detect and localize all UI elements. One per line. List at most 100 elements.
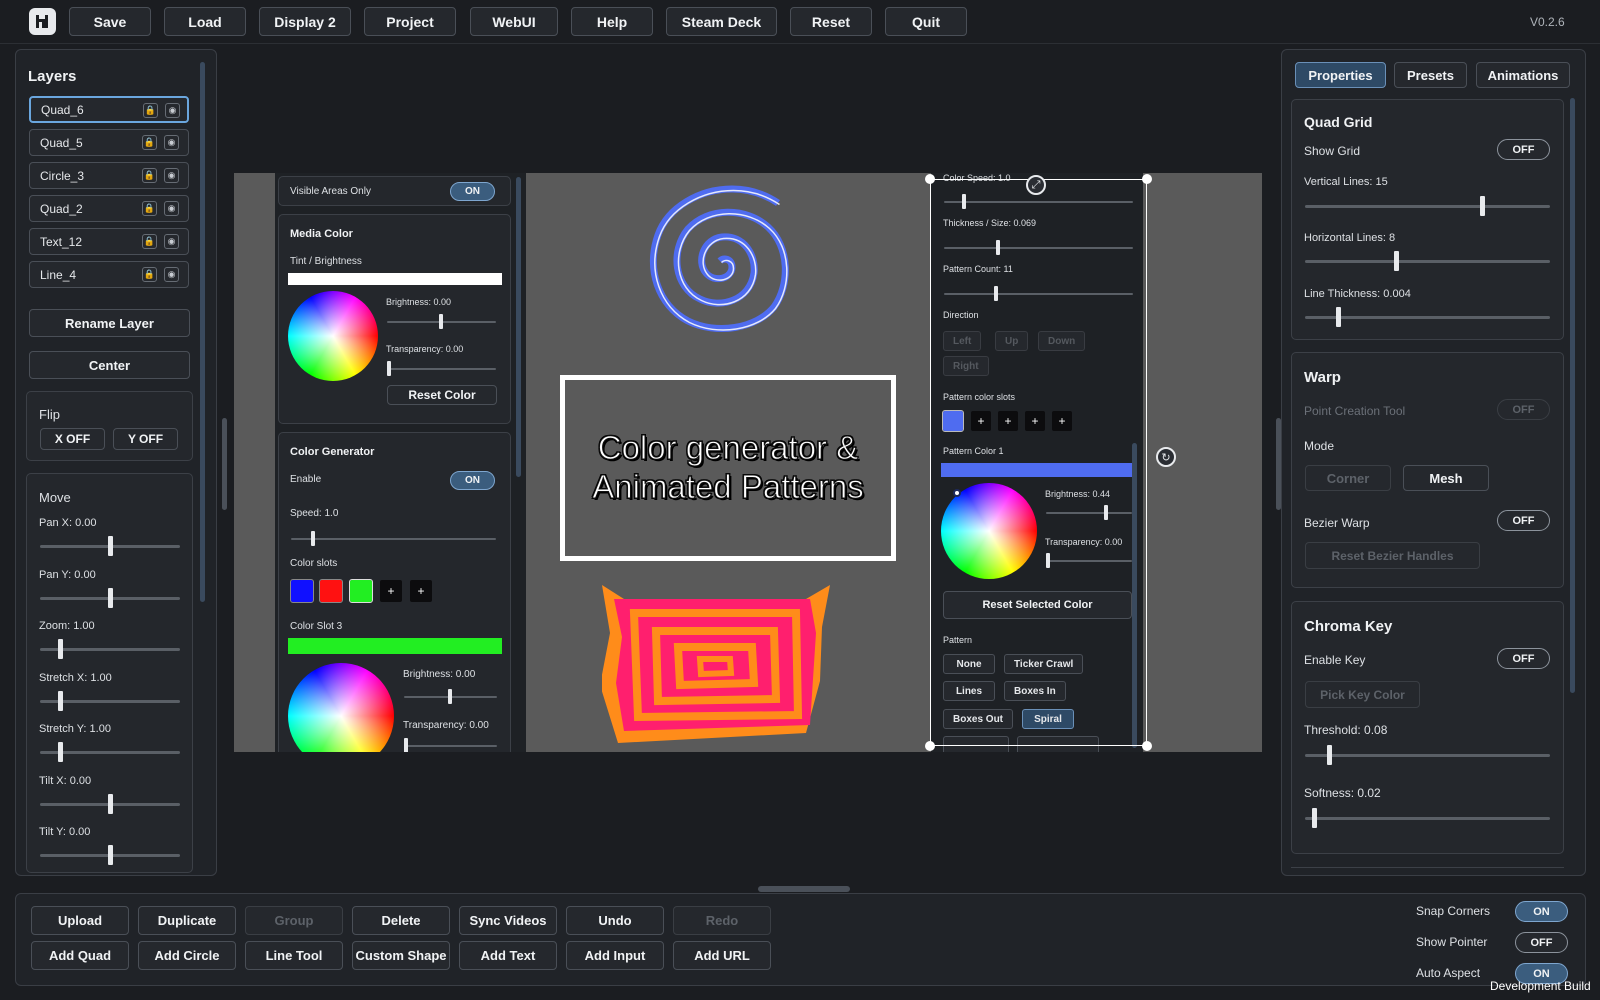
layer-item[interactable]: Text_12 🔒 ◉ bbox=[29, 228, 189, 255]
mesh-mode-button[interactable]: Mesh bbox=[1403, 465, 1489, 491]
eye-icon[interactable]: ◉ bbox=[164, 201, 179, 216]
horizontal-lines-slider[interactable] bbox=[1305, 260, 1550, 263]
slider-thumb[interactable] bbox=[57, 639, 63, 659]
eye-icon[interactable]: ◉ bbox=[165, 103, 180, 118]
slider-thumb[interactable] bbox=[107, 587, 113, 608]
slider-thumb[interactable] bbox=[1480, 196, 1486, 216]
lock-icon[interactable]: 🔒 bbox=[143, 103, 158, 118]
rotate-icon[interactable]: ↻ bbox=[1156, 447, 1176, 467]
left-resize-handle[interactable] bbox=[222, 418, 227, 510]
reset-bezier-button[interactable]: Reset Bezier Handles bbox=[1305, 542, 1480, 569]
media-color-wheel[interactable] bbox=[288, 291, 378, 381]
spiral-shape[interactable] bbox=[645, 181, 795, 341]
toolbar-button-duplicate[interactable]: Duplicate bbox=[138, 906, 236, 935]
layer-item[interactable]: Quad_2 🔒 ◉ bbox=[29, 195, 189, 222]
lock-icon[interactable]: 🔒 bbox=[142, 234, 157, 249]
selection-handle-tl[interactable] bbox=[925, 174, 935, 184]
slider-thumb[interactable] bbox=[107, 536, 113, 556]
toolbar-button-delete[interactable]: Delete bbox=[352, 906, 450, 935]
slider-thumb[interactable] bbox=[107, 845, 113, 865]
bezier-warp-toggle[interactable]: OFF bbox=[1497, 510, 1550, 531]
lock-icon[interactable]: 🔒 bbox=[142, 135, 157, 150]
visible-areas-toggle[interactable]: ON bbox=[450, 182, 495, 201]
generator-speed-slider[interactable] bbox=[291, 538, 496, 540]
save-button[interactable]: Save bbox=[69, 7, 151, 36]
layer-item[interactable]: Circle_3 🔒 ◉ bbox=[29, 162, 189, 189]
canvas-area[interactable]: Visible Areas Only ON Media Color Tint /… bbox=[234, 173, 1262, 752]
slider-thumb[interactable] bbox=[311, 531, 315, 546]
toolbar-button-redo[interactable]: Redo bbox=[673, 906, 771, 935]
toolbar-button-add-input[interactable]: Add Input bbox=[566, 941, 664, 970]
eye-icon[interactable]: ◉ bbox=[164, 168, 179, 183]
properties-scrollbar[interactable] bbox=[1570, 98, 1575, 693]
display-button[interactable]: Display 2 bbox=[259, 7, 351, 36]
toolbar-button-group[interactable]: Group bbox=[245, 906, 343, 935]
tab-animations[interactable]: Animations bbox=[1476, 62, 1570, 88]
generator-transparency-slider[interactable] bbox=[404, 745, 497, 747]
layers-scrollbar[interactable] bbox=[200, 62, 205, 602]
rename-layer-button[interactable]: Rename Layer bbox=[29, 309, 190, 337]
add-color-slot-button-2[interactable]: + bbox=[410, 580, 432, 602]
toolbar-button-line-tool[interactable]: Line Tool bbox=[245, 941, 343, 970]
slider-thumb[interactable] bbox=[404, 738, 408, 752]
toolbar-button-add-text[interactable]: Add Text bbox=[459, 941, 557, 970]
slider-thumb[interactable] bbox=[1393, 251, 1399, 271]
tab-properties[interactable]: Properties bbox=[1295, 62, 1386, 88]
line-thickness-slider[interactable] bbox=[1305, 316, 1550, 319]
generator-enable-toggle[interactable]: ON bbox=[450, 471, 495, 490]
help-button[interactable]: Help bbox=[571, 7, 653, 36]
slider-thumb[interactable] bbox=[448, 689, 452, 704]
eye-icon[interactable]: ◉ bbox=[164, 267, 179, 282]
toggle-switch[interactable]: OFF bbox=[1515, 932, 1568, 953]
toolbar-button-sync-videos[interactable]: Sync Videos bbox=[459, 906, 557, 935]
slider-thumb[interactable] bbox=[1312, 808, 1318, 828]
vertical-lines-slider[interactable] bbox=[1305, 205, 1550, 208]
toolbar-button-custom-shape[interactable]: Custom Shape bbox=[352, 941, 450, 970]
layer-item[interactable]: Line_4 🔒 ◉ bbox=[29, 261, 189, 288]
color-slot-2[interactable] bbox=[319, 579, 343, 603]
layer-item[interactable]: Quad_6 🔒 ◉ bbox=[29, 96, 189, 123]
toolbar-button-upload[interactable]: Upload bbox=[31, 906, 129, 935]
slider-thumb[interactable] bbox=[387, 361, 391, 376]
project-button[interactable]: Project bbox=[364, 7, 456, 36]
load-button[interactable]: Load bbox=[164, 7, 246, 36]
pick-key-color-button[interactable]: Pick Key Color bbox=[1305, 681, 1420, 708]
slider-thumb[interactable] bbox=[1336, 307, 1342, 327]
reset-color-button[interactable]: Reset Color bbox=[387, 385, 497, 405]
webui-button[interactable]: WebUI bbox=[470, 7, 558, 36]
bottom-resize-handle[interactable] bbox=[758, 886, 850, 892]
threshold-slider[interactable] bbox=[1305, 754, 1550, 757]
softness-slider[interactable] bbox=[1305, 817, 1550, 820]
add-color-slot-button[interactable]: + bbox=[380, 580, 402, 602]
steam-deck-button[interactable]: Steam Deck bbox=[666, 7, 777, 36]
slider-thumb[interactable] bbox=[57, 742, 63, 762]
corner-mode-button[interactable]: Corner bbox=[1305, 465, 1391, 491]
toolbar-button-undo[interactable]: Undo bbox=[566, 906, 664, 935]
generator-color-wheel[interactable] bbox=[288, 663, 394, 752]
lock-icon[interactable]: 🔒 bbox=[142, 168, 157, 183]
selection-handle-bl[interactable] bbox=[925, 741, 935, 751]
center-button[interactable]: Center bbox=[29, 351, 190, 379]
show-grid-toggle[interactable]: OFF bbox=[1497, 139, 1550, 160]
reset-button[interactable]: Reset bbox=[790, 7, 872, 36]
left-overlay-scrollbar[interactable] bbox=[516, 177, 521, 477]
slider-thumb[interactable] bbox=[107, 793, 113, 814]
eye-icon[interactable]: ◉ bbox=[164, 135, 179, 150]
toolbar-button-add-quad[interactable]: Add Quad bbox=[31, 941, 129, 970]
enable-key-toggle[interactable]: OFF bbox=[1497, 648, 1550, 669]
slider-thumb[interactable] bbox=[1326, 745, 1332, 765]
color-slot3-swatch[interactable] bbox=[288, 638, 502, 654]
selection-handle-br[interactable] bbox=[1142, 741, 1152, 751]
toolbar-button-add-url[interactable]: Add URL bbox=[673, 941, 771, 970]
flip-y-button[interactable]: Y OFF bbox=[113, 428, 178, 450]
quit-button[interactable]: Quit bbox=[885, 7, 967, 36]
slider-thumb[interactable] bbox=[57, 690, 63, 711]
layer-item[interactable]: Quad_5 🔒 ◉ bbox=[29, 129, 189, 156]
resize-icon[interactable]: ⤢ bbox=[1026, 175, 1046, 195]
point-tool-toggle[interactable]: OFF bbox=[1497, 399, 1550, 420]
toggle-switch[interactable]: ON bbox=[1515, 901, 1568, 922]
media-transparency-slider[interactable] bbox=[387, 368, 496, 370]
lock-icon[interactable]: 🔒 bbox=[142, 201, 157, 216]
flip-x-button[interactable]: X OFF bbox=[40, 428, 105, 450]
tab-presets[interactable]: Presets bbox=[1394, 62, 1467, 88]
